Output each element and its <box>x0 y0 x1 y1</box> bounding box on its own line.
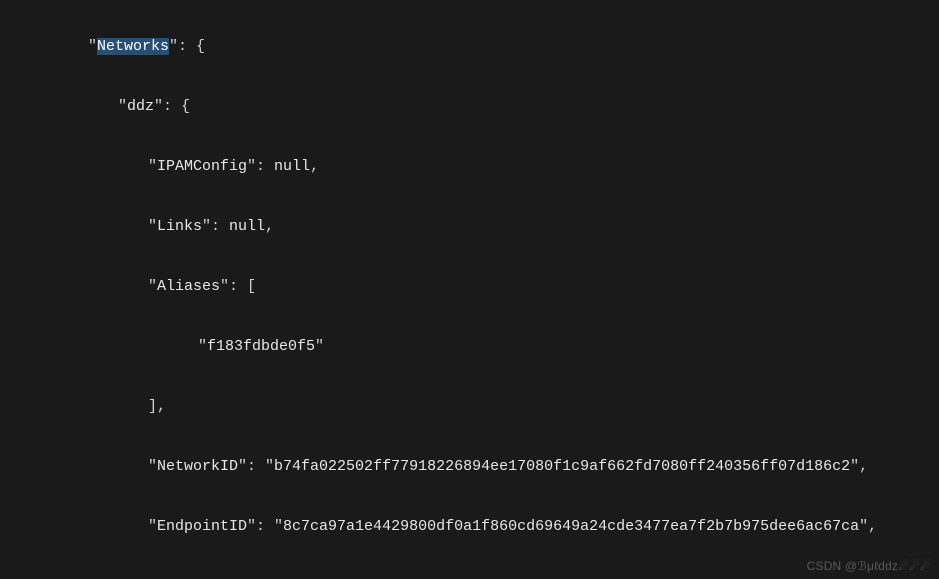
json-key: Networks <box>97 38 169 55</box>
json-key: NetworkID <box>157 458 238 475</box>
json-key: Links <box>157 218 202 235</box>
json-null: null <box>229 218 265 235</box>
code-line: "f183fdbde0f5" <box>0 332 939 362</box>
code-line: "Aliases": [ <box>0 272 939 302</box>
watermark-text: CSDN @ℬμℓddz☄☄☄ <box>807 559 931 573</box>
code-line: "Networks": { <box>0 32 939 62</box>
json-key: EndpointID <box>157 518 247 535</box>
json-key: Aliases <box>157 278 220 295</box>
code-line: "IPAMConfig": null, <box>0 152 939 182</box>
json-null: null <box>274 158 310 175</box>
json-string: f183fdbde0f5 <box>207 338 315 355</box>
code-line: "NetworkID": "b74fa022502ff77918226894ee… <box>0 452 939 482</box>
json-string: b74fa022502ff77918226894ee17080f1c9af662… <box>274 458 850 475</box>
json-string: 8c7ca97a1e4429800df0a1f860cd69649a24cde3… <box>283 518 859 535</box>
code-line: "Gateway": "172.20.0.1", <box>0 572 939 579</box>
code-line: ], <box>0 392 939 422</box>
code-line: "ddz": { <box>0 92 939 122</box>
json-code-block[interactable]: "Networks": { "ddz": { "IPAMConfig": nul… <box>0 0 939 579</box>
json-key: ddz <box>127 98 154 115</box>
json-key: IPAMConfig <box>157 158 247 175</box>
code-line: "EndpointID": "8c7ca97a1e4429800df0a1f86… <box>0 512 939 542</box>
code-line: "Links": null, <box>0 212 939 242</box>
